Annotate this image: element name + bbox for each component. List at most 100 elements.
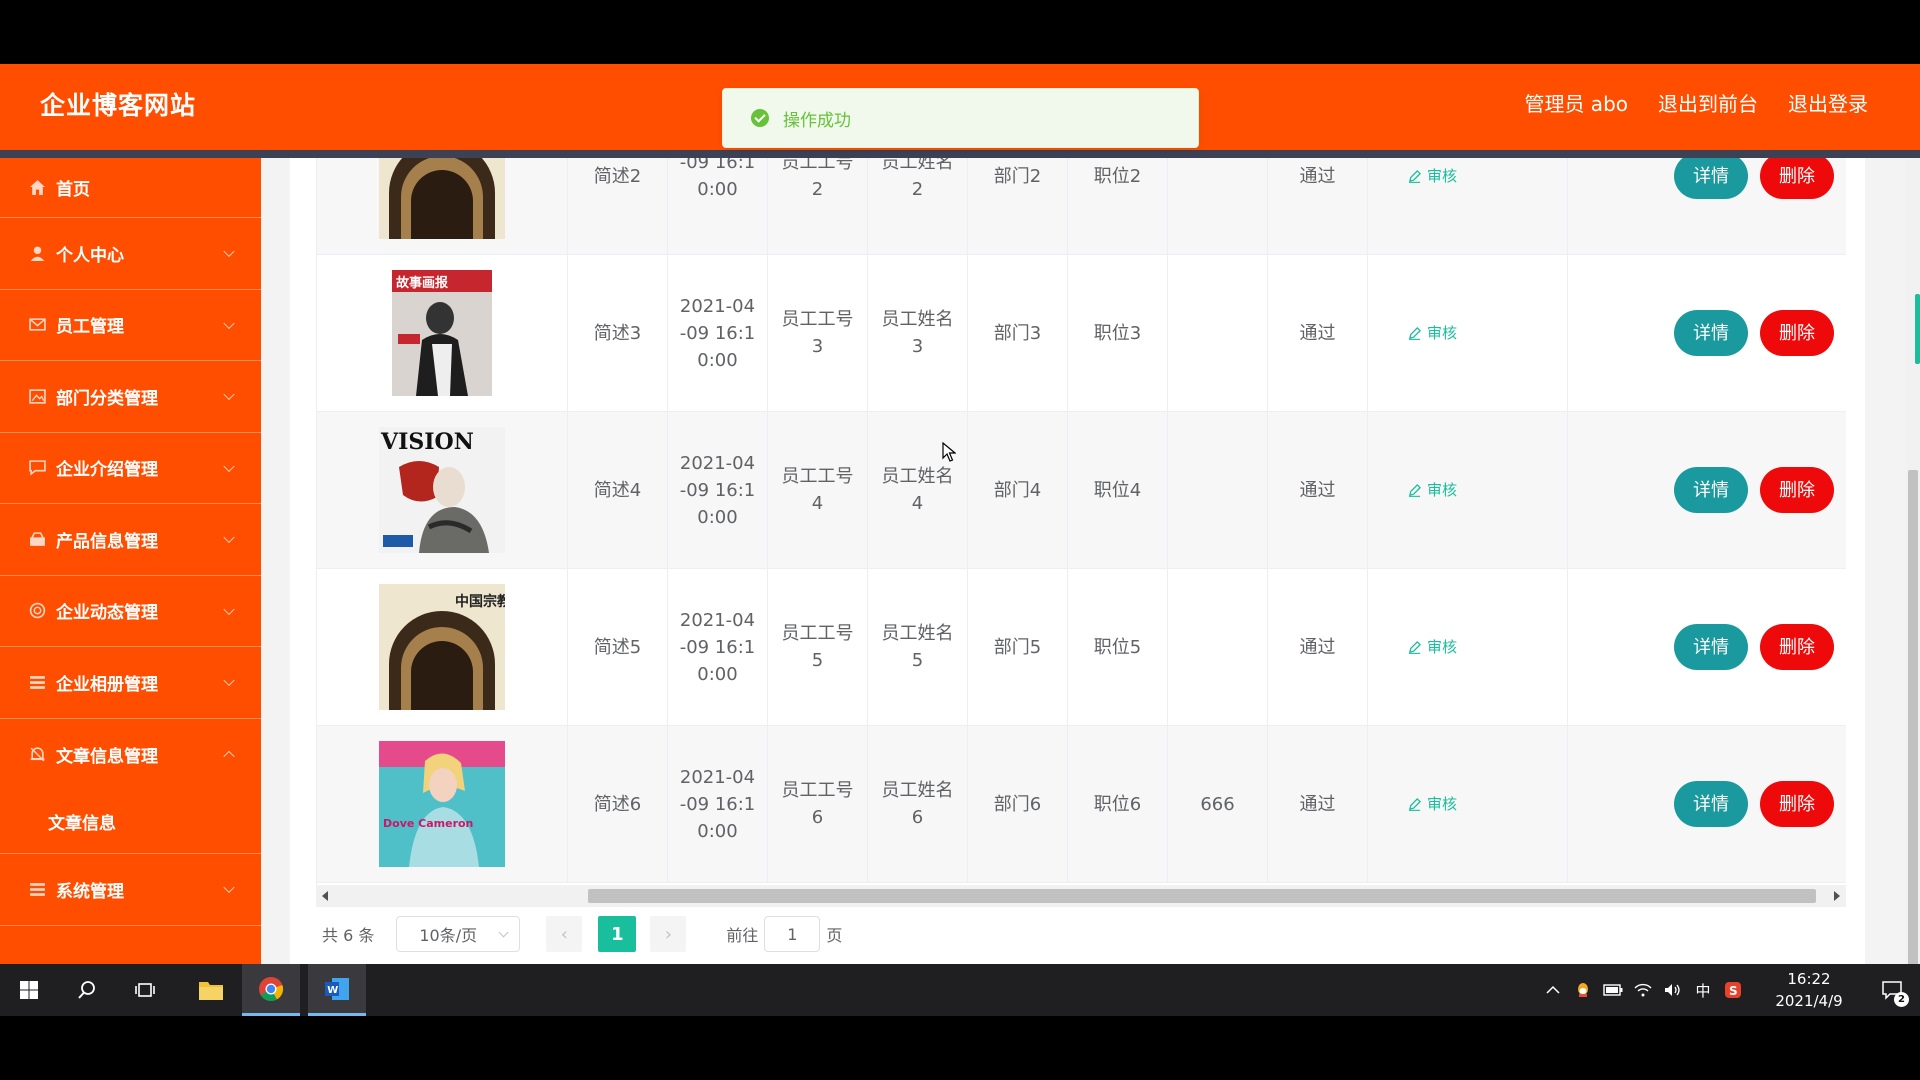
- bell-icon: [28, 745, 46, 763]
- battery-icon[interactable]: [1598, 964, 1628, 1016]
- scrollbar-thumb[interactable]: [588, 889, 1816, 903]
- horizontal-scrollbar[interactable]: [316, 885, 1846, 907]
- cover-cell: 故事画报: [317, 255, 568, 411]
- page-size-select[interactable]: 10条/页: [396, 916, 521, 952]
- sidebar-item-label: 文章信息管理: [56, 746, 158, 767]
- sidebar-item-company-intro[interactable]: 企业介绍管理: [0, 433, 261, 504]
- windows-start-icon[interactable]: [0, 964, 58, 1016]
- notification-count: 2: [1894, 992, 1909, 1007]
- sogou-input-icon[interactable]: S: [1718, 964, 1748, 1016]
- task-view-icon[interactable]: [116, 964, 174, 1016]
- date-cell: 2021-04 -09 16:1 0:00: [668, 255, 768, 411]
- cover-image: 中国宗教: [379, 584, 505, 710]
- status-cell: 通过: [1268, 158, 1368, 254]
- prev-page-button[interactable]: ‹: [546, 916, 583, 952]
- employee-no-cell: 员工工号 4: [768, 412, 868, 568]
- summary-cell: 简述5: [568, 569, 668, 725]
- clock-date: 2021/4/9: [1775, 992, 1843, 1010]
- employee-name-cell: 员工姓名 4: [868, 412, 968, 568]
- sidebar-item-album[interactable]: 企业相册管理: [0, 647, 261, 719]
- vertical-scrollbar[interactable]: [1906, 158, 1920, 1016]
- next-page-button[interactable]: ›: [650, 916, 687, 952]
- cover-image: 中国宗教: [379, 158, 505, 239]
- cover-title: 中国宗教: [455, 593, 505, 610]
- scrollbar-thumb[interactable]: [1908, 470, 1918, 1000]
- product-icon: [28, 530, 46, 548]
- wifi-icon[interactable]: [1628, 964, 1658, 1016]
- detail-button[interactable]: 详情: [1674, 158, 1748, 199]
- search-icon[interactable]: [58, 964, 116, 1016]
- sidebar-item-label: 个人中心: [56, 245, 124, 266]
- summary-cell: 简述4: [568, 412, 668, 568]
- edit-icon: [1408, 797, 1421, 811]
- chevron-down-icon: [223, 388, 235, 401]
- summary-cell: 简述6: [568, 726, 668, 882]
- chevron-up-icon[interactable]: [1538, 964, 1568, 1016]
- scroll-right-icon[interactable]: [1834, 891, 1840, 901]
- cover-cell: 中国宗教: [317, 158, 568, 254]
- edit-icon: [1408, 169, 1421, 183]
- audit-link[interactable]: 审核: [1408, 791, 1457, 818]
- chevron-down-icon: [223, 317, 235, 329]
- page-number-current[interactable]: 1: [598, 916, 637, 952]
- sidebar-item-article[interactable]: 文章信息管理: [0, 719, 261, 791]
- page-size-value: 10条/页: [419, 926, 478, 945]
- logout-link[interactable]: 退出登录: [1788, 88, 1868, 117]
- detail-button[interactable]: 详情: [1674, 624, 1748, 670]
- sidebar-item-system[interactable]: 系统管理: [0, 854, 261, 926]
- audit-link[interactable]: 审核: [1408, 477, 1457, 504]
- delete-button[interactable]: 删除: [1760, 467, 1834, 513]
- goto-page-input[interactable]: [764, 916, 821, 952]
- table-row: 中国宗教 简述52021-04 -09 16:1 0:00员工工号 5员工姓名 5…: [317, 569, 1846, 726]
- sidebar: 首页 个人中心 员工管理 部门分类管理 企业介绍管理 产品信息管理 企业动态管理…: [0, 158, 261, 1016]
- department-cell: 部门5: [968, 569, 1068, 725]
- chrome-icon[interactable]: [242, 964, 300, 1016]
- file-explorer-icon[interactable]: [182, 964, 240, 1016]
- delete-button[interactable]: 删除: [1760, 158, 1834, 199]
- system-clock[interactable]: 16:22 2021/4/9: [1754, 968, 1864, 1012]
- sidebar-item-product[interactable]: 产品信息管理: [0, 504, 261, 576]
- admin-user-link[interactable]: 管理员 abo: [1524, 88, 1628, 117]
- sidebar-item-employee[interactable]: 员工管理: [0, 290, 261, 361]
- employee-name-cell: 员工姓名 3: [868, 255, 968, 411]
- pagination: 共 6 条 10条/页 ‹ 1 › 前往 页: [322, 916, 842, 952]
- detail-button[interactable]: 详情: [1674, 781, 1748, 827]
- qq-icon[interactable]: [1568, 964, 1598, 1016]
- globe-icon: [28, 602, 46, 620]
- ime-indicator[interactable]: 中: [1688, 964, 1718, 1016]
- delete-button[interactable]: 删除: [1760, 310, 1834, 356]
- audit-link[interactable]: 审核: [1408, 320, 1457, 347]
- audit-link[interactable]: 审核: [1408, 163, 1457, 190]
- sidebar-item-company-news[interactable]: 企业动态管理: [0, 576, 261, 647]
- edit-icon: [1408, 483, 1421, 497]
- detail-button[interactable]: 详情: [1674, 467, 1748, 513]
- audit-link[interactable]: 审核: [1408, 634, 1457, 661]
- delete-button[interactable]: 删除: [1760, 624, 1834, 670]
- back-to-front-link[interactable]: 退出到前台: [1658, 88, 1758, 117]
- windows-taskbar: W 中 S 16:22 2021/4/9 2: [0, 964, 1920, 1016]
- sidebar-item-department[interactable]: 部门分类管理: [0, 361, 261, 433]
- list-icon: [28, 673, 46, 691]
- chat-icon: [28, 459, 46, 477]
- position-cell: 职位3: [1068, 255, 1168, 411]
- main-content: 中国宗教简述2-09 16:1 0:00员工工号 2员工姓名 2部门2职位2通过…: [262, 158, 1920, 1016]
- word-icon[interactable]: W: [308, 964, 366, 1016]
- sidebar-item-personal-center[interactable]: 个人中心: [0, 218, 261, 290]
- sidebar-item-label: 企业介绍管理: [56, 460, 158, 481]
- volume-icon[interactable]: [1658, 964, 1688, 1016]
- notification-center-icon[interactable]: 2: [1864, 964, 1920, 1016]
- goto-suffix: 页: [826, 926, 843, 945]
- side-widget-edge[interactable]: [1915, 294, 1920, 364]
- sidebar-item-label: 员工管理: [56, 317, 124, 338]
- summary-cell: 简述3: [568, 255, 668, 411]
- sidebar-item-home[interactable]: 首页: [0, 158, 261, 218]
- sidebar-subitem-article-info[interactable]: 文章信息: [0, 790, 261, 854]
- employee-no-cell: 员工工号 5: [768, 569, 868, 725]
- delete-button[interactable]: 删除: [1760, 781, 1834, 827]
- detail-button[interactable]: 详情: [1674, 310, 1748, 356]
- scroll-left-icon[interactable]: [322, 891, 328, 901]
- remark-cell: [1168, 255, 1268, 411]
- mail-icon: [28, 316, 46, 334]
- employee-name-cell: 员工姓名 5: [868, 569, 968, 725]
- home-icon: [28, 179, 46, 197]
